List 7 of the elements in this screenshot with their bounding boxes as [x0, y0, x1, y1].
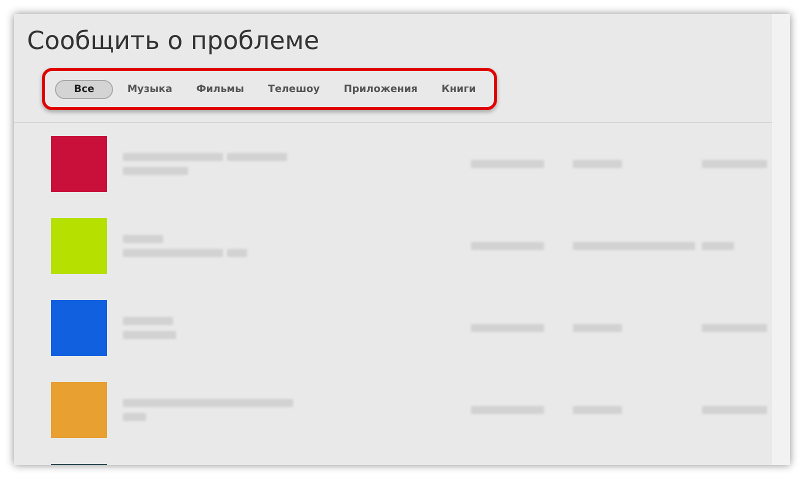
filter-tab[interactable]: Музыка: [117, 80, 182, 98]
filter-tab[interactable]: Все: [55, 80, 114, 98]
filter-tab[interactable]: Фильмы: [186, 80, 254, 98]
window-title: Сообщить о проблеме: [26, 25, 320, 57]
filter-tab[interactable]: Приложения: [334, 80, 428, 98]
filter-tab[interactable]: Телешоу: [258, 80, 330, 98]
filter-tab[interactable]: Книги: [432, 80, 486, 98]
